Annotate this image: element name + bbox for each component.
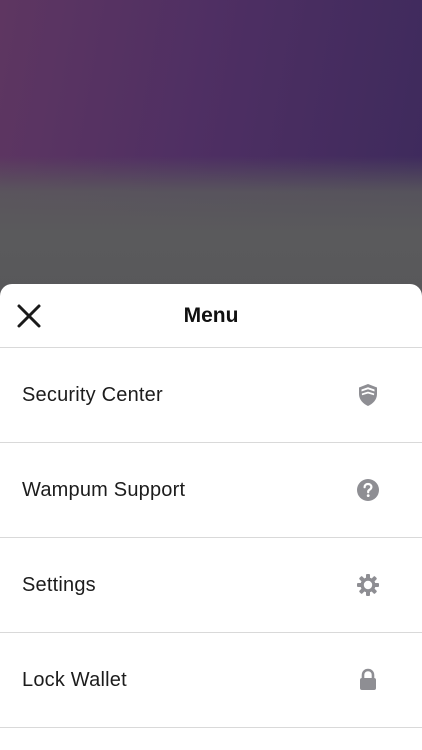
help-icon xyxy=(356,478,380,502)
menu-item-settings[interactable]: Settings xyxy=(0,538,422,633)
app-screen: Menu Security Center Wampum Support Sett… xyxy=(0,0,422,750)
menu-item-label: Wampum Support xyxy=(22,478,186,501)
menu-sheet: Menu Security Center Wampum Support Sett… xyxy=(0,284,422,750)
menu-item-lock-wallet[interactable]: Lock Wallet xyxy=(0,633,422,728)
gear-icon xyxy=(356,573,380,597)
menu-item-label: Lock Wallet xyxy=(22,668,127,691)
shield-icon xyxy=(356,383,380,407)
lock-icon xyxy=(356,668,380,692)
menu-item-label: Security Center xyxy=(22,383,163,406)
dimmed-background-overlay[interactable] xyxy=(0,0,422,300)
menu-item-label: Settings xyxy=(22,573,96,596)
menu-item-wampum-support[interactable]: Wampum Support xyxy=(0,443,422,538)
menu-header: Menu xyxy=(0,284,422,348)
menu-title: Menu xyxy=(183,304,239,327)
menu-item-security-center[interactable]: Security Center xyxy=(0,348,422,443)
